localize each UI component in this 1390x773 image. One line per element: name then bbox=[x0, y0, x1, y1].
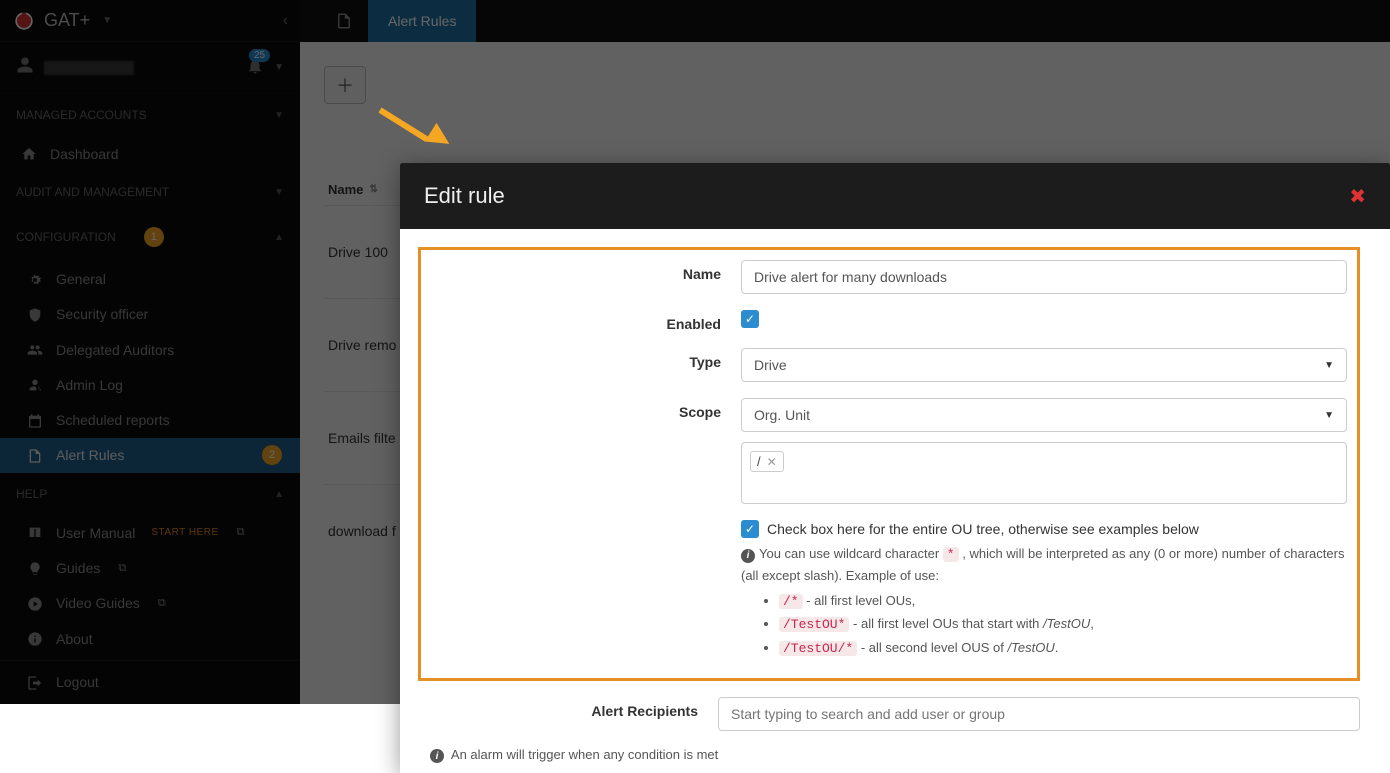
badge-step-2: 2 bbox=[262, 445, 282, 465]
logout-icon bbox=[26, 673, 44, 690]
brand-logo-icon: ✚ bbox=[12, 9, 36, 33]
add-rule-button[interactable]: ＋ bbox=[324, 66, 366, 104]
lightbulb-icon bbox=[26, 559, 44, 576]
enabled-checkbox[interactable]: ✓ bbox=[741, 310, 759, 328]
play-circle-icon bbox=[26, 595, 44, 612]
user-cog-icon bbox=[26, 376, 44, 393]
alarm-note: i An alarm will trigger when any conditi… bbox=[418, 747, 1360, 764]
label-alert-recipients: Alert Recipients bbox=[418, 697, 718, 719]
caret-down-icon: ▼ bbox=[274, 187, 284, 198]
section-configuration[interactable]: CONFIGURATION 1 ▲ bbox=[0, 213, 300, 261]
sidebar-item-scheduled-reports[interactable]: Scheduled reports bbox=[0, 402, 300, 437]
label-name: Name bbox=[431, 260, 741, 282]
external-link-icon: ⧉ bbox=[158, 597, 166, 610]
remove-tag-icon[interactable]: ✕ bbox=[767, 455, 777, 469]
label-enabled: Enabled bbox=[431, 310, 741, 332]
sidebar-item-general[interactable]: General bbox=[0, 261, 300, 296]
section-help[interactable]: HELP ▲ bbox=[0, 473, 300, 515]
column-name[interactable]: Name bbox=[328, 182, 363, 197]
section-managed-accounts[interactable]: MANAGED ACCOUNTS ▼ bbox=[0, 94, 300, 136]
shield-icon bbox=[26, 306, 44, 323]
sidebar-item-admin-log[interactable]: Admin Log bbox=[0, 367, 300, 402]
home-icon bbox=[20, 145, 38, 162]
topbar: Alert Rules bbox=[300, 0, 1390, 42]
scope-hint: iYou can use wildcard character * , whic… bbox=[741, 544, 1347, 660]
sidebar-item-delegated-auditors[interactable]: Delegated Auditors bbox=[0, 332, 300, 367]
sidebar-item-about[interactable]: About bbox=[0, 621, 300, 656]
caret-down-icon[interactable]: ▼ bbox=[274, 62, 284, 73]
caret-down-icon: ▼ bbox=[102, 15, 112, 26]
gears-icon bbox=[26, 270, 44, 287]
sidebar-item-dashboard[interactable]: Dashboard bbox=[0, 136, 300, 171]
brand[interactable]: ✚ GAT+ ▼ bbox=[12, 9, 112, 33]
external-link-icon: ⧉ bbox=[118, 562, 126, 575]
edit-rule-modal: Edit rule ✖ Name Enabled ✓ Type Dr bbox=[400, 163, 1390, 773]
collapse-sidebar-button[interactable]: ‹ bbox=[283, 12, 288, 30]
sidebar-item-alert-rules[interactable]: Alert Rules 2 bbox=[0, 438, 300, 473]
sidebar-item-video-guides[interactable]: Video Guides ⧉ bbox=[0, 586, 300, 621]
sidebar-item-guides[interactable]: Guides ⧉ bbox=[0, 550, 300, 585]
info-icon: i bbox=[741, 549, 755, 563]
brand-name: GAT+ bbox=[44, 10, 90, 31]
user-icon bbox=[16, 56, 34, 79]
sidebar-item-user-manual[interactable]: User Manual START HERE ⧉ bbox=[0, 515, 300, 550]
notifications-badge: 25 bbox=[249, 49, 270, 62]
modal-title: Edit rule bbox=[424, 183, 505, 209]
label-scope: Scope bbox=[431, 398, 741, 420]
label-type: Type bbox=[431, 348, 741, 370]
external-link-icon: ⧉ bbox=[237, 526, 245, 539]
entire-ou-checkbox[interactable]: ✓ bbox=[741, 520, 759, 538]
users-icon bbox=[26, 341, 44, 358]
calendar-icon bbox=[26, 411, 44, 428]
info-circle-icon bbox=[26, 630, 44, 647]
tab-alert-rules[interactable]: Alert Rules bbox=[368, 0, 476, 42]
document-icon bbox=[26, 447, 44, 464]
alert-recipients-input[interactable] bbox=[718, 697, 1360, 731]
highlighted-section: Name Enabled ✓ Type Drive ▼ bbox=[418, 247, 1360, 681]
notifications-button[interactable]: 25 bbox=[246, 57, 264, 78]
type-select[interactable]: Drive ▼ bbox=[741, 348, 1347, 382]
document-icon[interactable] bbox=[320, 0, 368, 42]
name-input[interactable] bbox=[741, 260, 1347, 294]
caret-down-icon: ▼ bbox=[274, 110, 284, 121]
close-icon[interactable]: ✖ bbox=[1349, 184, 1366, 209]
book-icon bbox=[26, 524, 44, 541]
user-name-redacted bbox=[44, 61, 134, 75]
scope-tags-input[interactable]: / ✕ bbox=[741, 442, 1347, 504]
caret-down-icon: ▼ bbox=[1324, 360, 1334, 371]
sidebar-item-logout[interactable]: Logout bbox=[0, 660, 300, 699]
caret-up-icon: ▲ bbox=[274, 489, 284, 500]
sidebar-item-security-officer[interactable]: Security officer bbox=[0, 297, 300, 332]
scope-tag: / ✕ bbox=[750, 451, 784, 472]
caret-up-icon: ▲ bbox=[274, 232, 284, 243]
start-here-label: START HERE bbox=[151, 527, 218, 538]
info-icon: i bbox=[430, 749, 444, 763]
sort-icon[interactable]: ⇅ bbox=[369, 184, 377, 195]
scope-select[interactable]: Org. Unit ▼ bbox=[741, 398, 1347, 432]
sidebar: ✚ GAT+ ▼ ‹ 25 ▼ MANAGED ACCOUN bbox=[0, 0, 300, 704]
section-audit-management[interactable]: AUDIT AND MANAGEMENT ▼ bbox=[0, 171, 300, 213]
caret-down-icon: ▼ bbox=[1324, 410, 1334, 421]
badge-step-1: 1 bbox=[144, 227, 164, 247]
entire-ou-label: Check box here for the entire OU tree, o… bbox=[767, 521, 1199, 537]
